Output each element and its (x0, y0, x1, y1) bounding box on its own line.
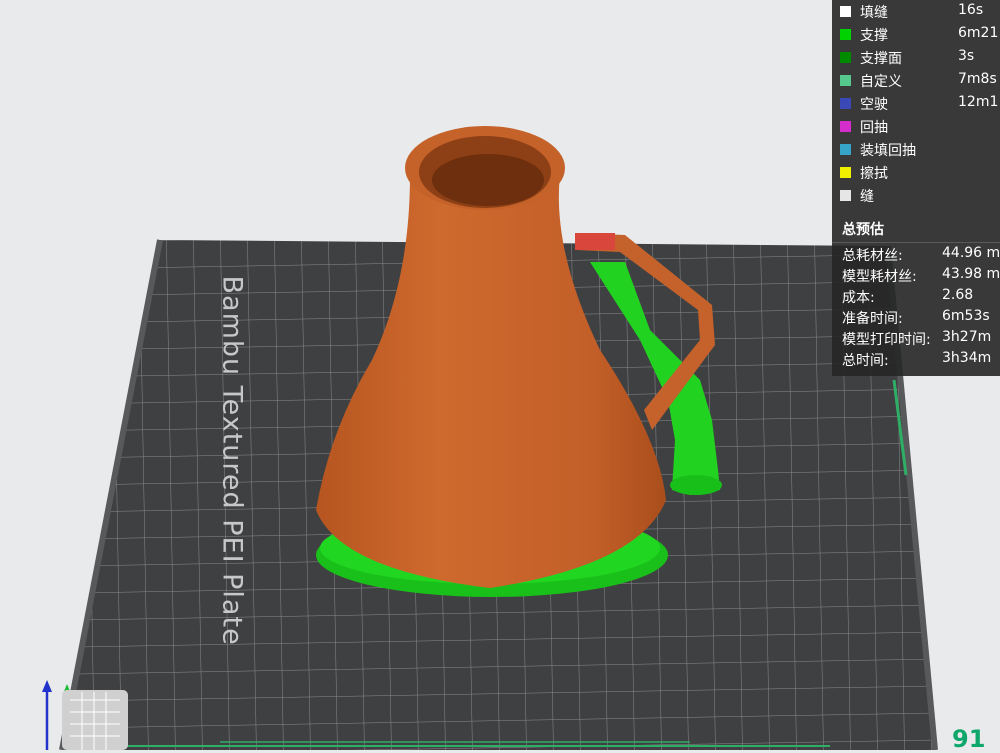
legend-panel: 填缝 16s 支撑 6m21 支撑面 3s 自定义 7m8s 空驶 12m1 回… (832, 0, 1000, 376)
legend-item-label: 支撑面 (860, 51, 902, 67)
legend-item-seam[interactable]: 缝 (832, 185, 1000, 207)
legend-item-custom[interactable]: 自定义 7m8s (832, 70, 1000, 92)
summary-value: 3h27m (942, 329, 992, 345)
summary-key: 成本: (842, 290, 875, 306)
legend-item-support[interactable]: 支撑 6m21 (832, 24, 1000, 46)
summary-row: 模型耗材丝: 43.98 m (832, 265, 1000, 286)
legend-item-infill[interactable]: 填缝 16s (832, 1, 1000, 23)
legend-swatch (840, 98, 851, 109)
summary-value: 2.68 (942, 287, 974, 303)
summary-key: 总耗材丝: (842, 248, 903, 264)
summary-key: 总时间: (842, 353, 889, 369)
summary-row: 成本: 2.68 (832, 286, 1000, 307)
summary-row: 模型打印时间: 3h27m (832, 328, 1000, 349)
legend-item-retract[interactable]: 回抽 (832, 116, 1000, 138)
legend-swatch (840, 190, 851, 201)
legend-swatch (840, 121, 851, 132)
summary-key: 准备时间: (842, 311, 903, 327)
summary-value: 43.98 m (942, 266, 1000, 282)
legend-swatch (840, 52, 851, 63)
legend-item-label: 装填回抽 (860, 143, 916, 159)
legend-item-time: 12m1 (958, 94, 999, 110)
legend-item-label: 擦拭 (860, 166, 888, 182)
legend-swatch (840, 144, 851, 155)
legend-swatch (840, 29, 851, 40)
summary-row: 准备时间: 6m53s (832, 307, 1000, 328)
legend-item-label: 缝 (860, 189, 874, 205)
navigation-cube[interactable] (62, 690, 128, 750)
legend-item-label: 空驶 (860, 97, 888, 113)
legend-item-label: 支撑 (860, 28, 888, 44)
legend-item-time: 16s (958, 2, 984, 18)
legend-item-deretract[interactable]: 装填回抽 (832, 139, 1000, 161)
summary-value: 6m53s (942, 308, 990, 324)
legend-item-time: 3s (958, 48, 975, 64)
legend-item-time: 6m21 (958, 25, 999, 41)
legend-item-label: 回抽 (860, 120, 888, 136)
legend-item-label: 自定义 (860, 74, 902, 90)
legend-swatch (840, 167, 851, 178)
legend-swatch (840, 75, 851, 86)
plate-label: Bambu Textured PEI Plate (216, 275, 248, 646)
legend-item-label: 填缝 (860, 5, 888, 21)
legend-item-travel[interactable]: 空驶 12m1 (832, 93, 1000, 115)
summary-value: 44.96 m (942, 245, 1000, 261)
summary-row: 总耗材丝: 44.96 m (832, 244, 1000, 265)
summary-key: 模型耗材丝: (842, 269, 917, 285)
legend-item-time: 7m8s (958, 71, 997, 87)
summary-title: 总预估 (842, 222, 884, 238)
legend-item-support-interface[interactable]: 支撑面 3s (832, 47, 1000, 69)
layer-number[interactable]: 91 (952, 725, 985, 753)
summary-value: 3h34m (942, 350, 992, 366)
summary-key: 模型打印时间: (842, 332, 931, 348)
summary-row: 总时间: 3h34m (832, 349, 1000, 370)
legend-swatch (840, 6, 851, 17)
legend-item-wipe[interactable]: 擦拭 (832, 162, 1000, 184)
summary-divider (832, 242, 1000, 243)
